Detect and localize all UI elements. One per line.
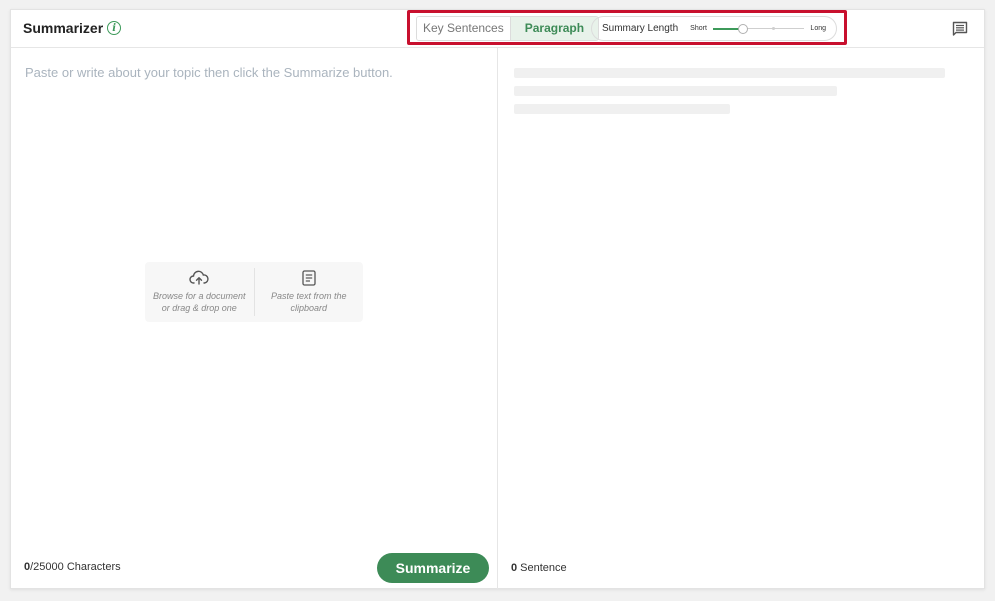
summary-length-label: Summary Length xyxy=(602,23,679,34)
output-pane: 0 Sentence xyxy=(499,48,986,589)
skeleton-line xyxy=(514,68,945,78)
skeleton-line xyxy=(514,104,730,114)
clipboard-icon xyxy=(302,270,316,286)
slider-tick xyxy=(772,27,776,30)
input-pane: Browse for a document or drag & drop one… xyxy=(11,48,498,589)
page-title: Summarizer i xyxy=(23,20,122,36)
skeleton-line xyxy=(514,86,837,96)
mode-paragraph-button[interactable]: Paragraph xyxy=(509,17,599,40)
page-title-text: Summarizer xyxy=(23,20,104,36)
slider-max-label: Long xyxy=(810,25,826,32)
browse-document-text: Browse for a document or drag & drop one xyxy=(152,291,246,313)
cloud-upload-icon xyxy=(189,270,209,285)
sentence-count-label: Sentence xyxy=(517,562,567,574)
info-icon[interactable]: i xyxy=(107,21,122,35)
character-limit-text: /25000 Characters xyxy=(30,561,121,573)
browse-document-option[interactable]: Browse for a document or drag & drop one xyxy=(145,262,254,322)
paste-clipboard-text: Paste text from the clipboard xyxy=(270,291,347,313)
comment-icon[interactable] xyxy=(952,21,968,37)
toolbar: Summarizer i Key Sentences Paragraph Sum… xyxy=(11,10,984,48)
mode-key-sentences-button[interactable]: Key Sentences xyxy=(417,17,510,40)
character-counter: 0/25000 Characters xyxy=(24,561,121,573)
sentence-counter: 0 Sentence xyxy=(511,562,567,574)
summarizer-card: Summarizer i Key Sentences Paragraph Sum… xyxy=(10,9,985,589)
summary-length-control: Summary Length Short Long xyxy=(591,16,837,41)
slider-min-label: Short xyxy=(690,25,707,32)
summarize-button[interactable]: Summarize xyxy=(377,553,489,583)
mode-toggle: Key Sentences Paragraph xyxy=(416,16,600,41)
paste-clipboard-option[interactable]: Paste text from the clipboard xyxy=(253,268,364,316)
upload-options: Browse for a document or drag & drop one… xyxy=(145,262,363,322)
slider-thumb[interactable] xyxy=(738,23,749,34)
summary-length-slider[interactable] xyxy=(712,23,805,34)
